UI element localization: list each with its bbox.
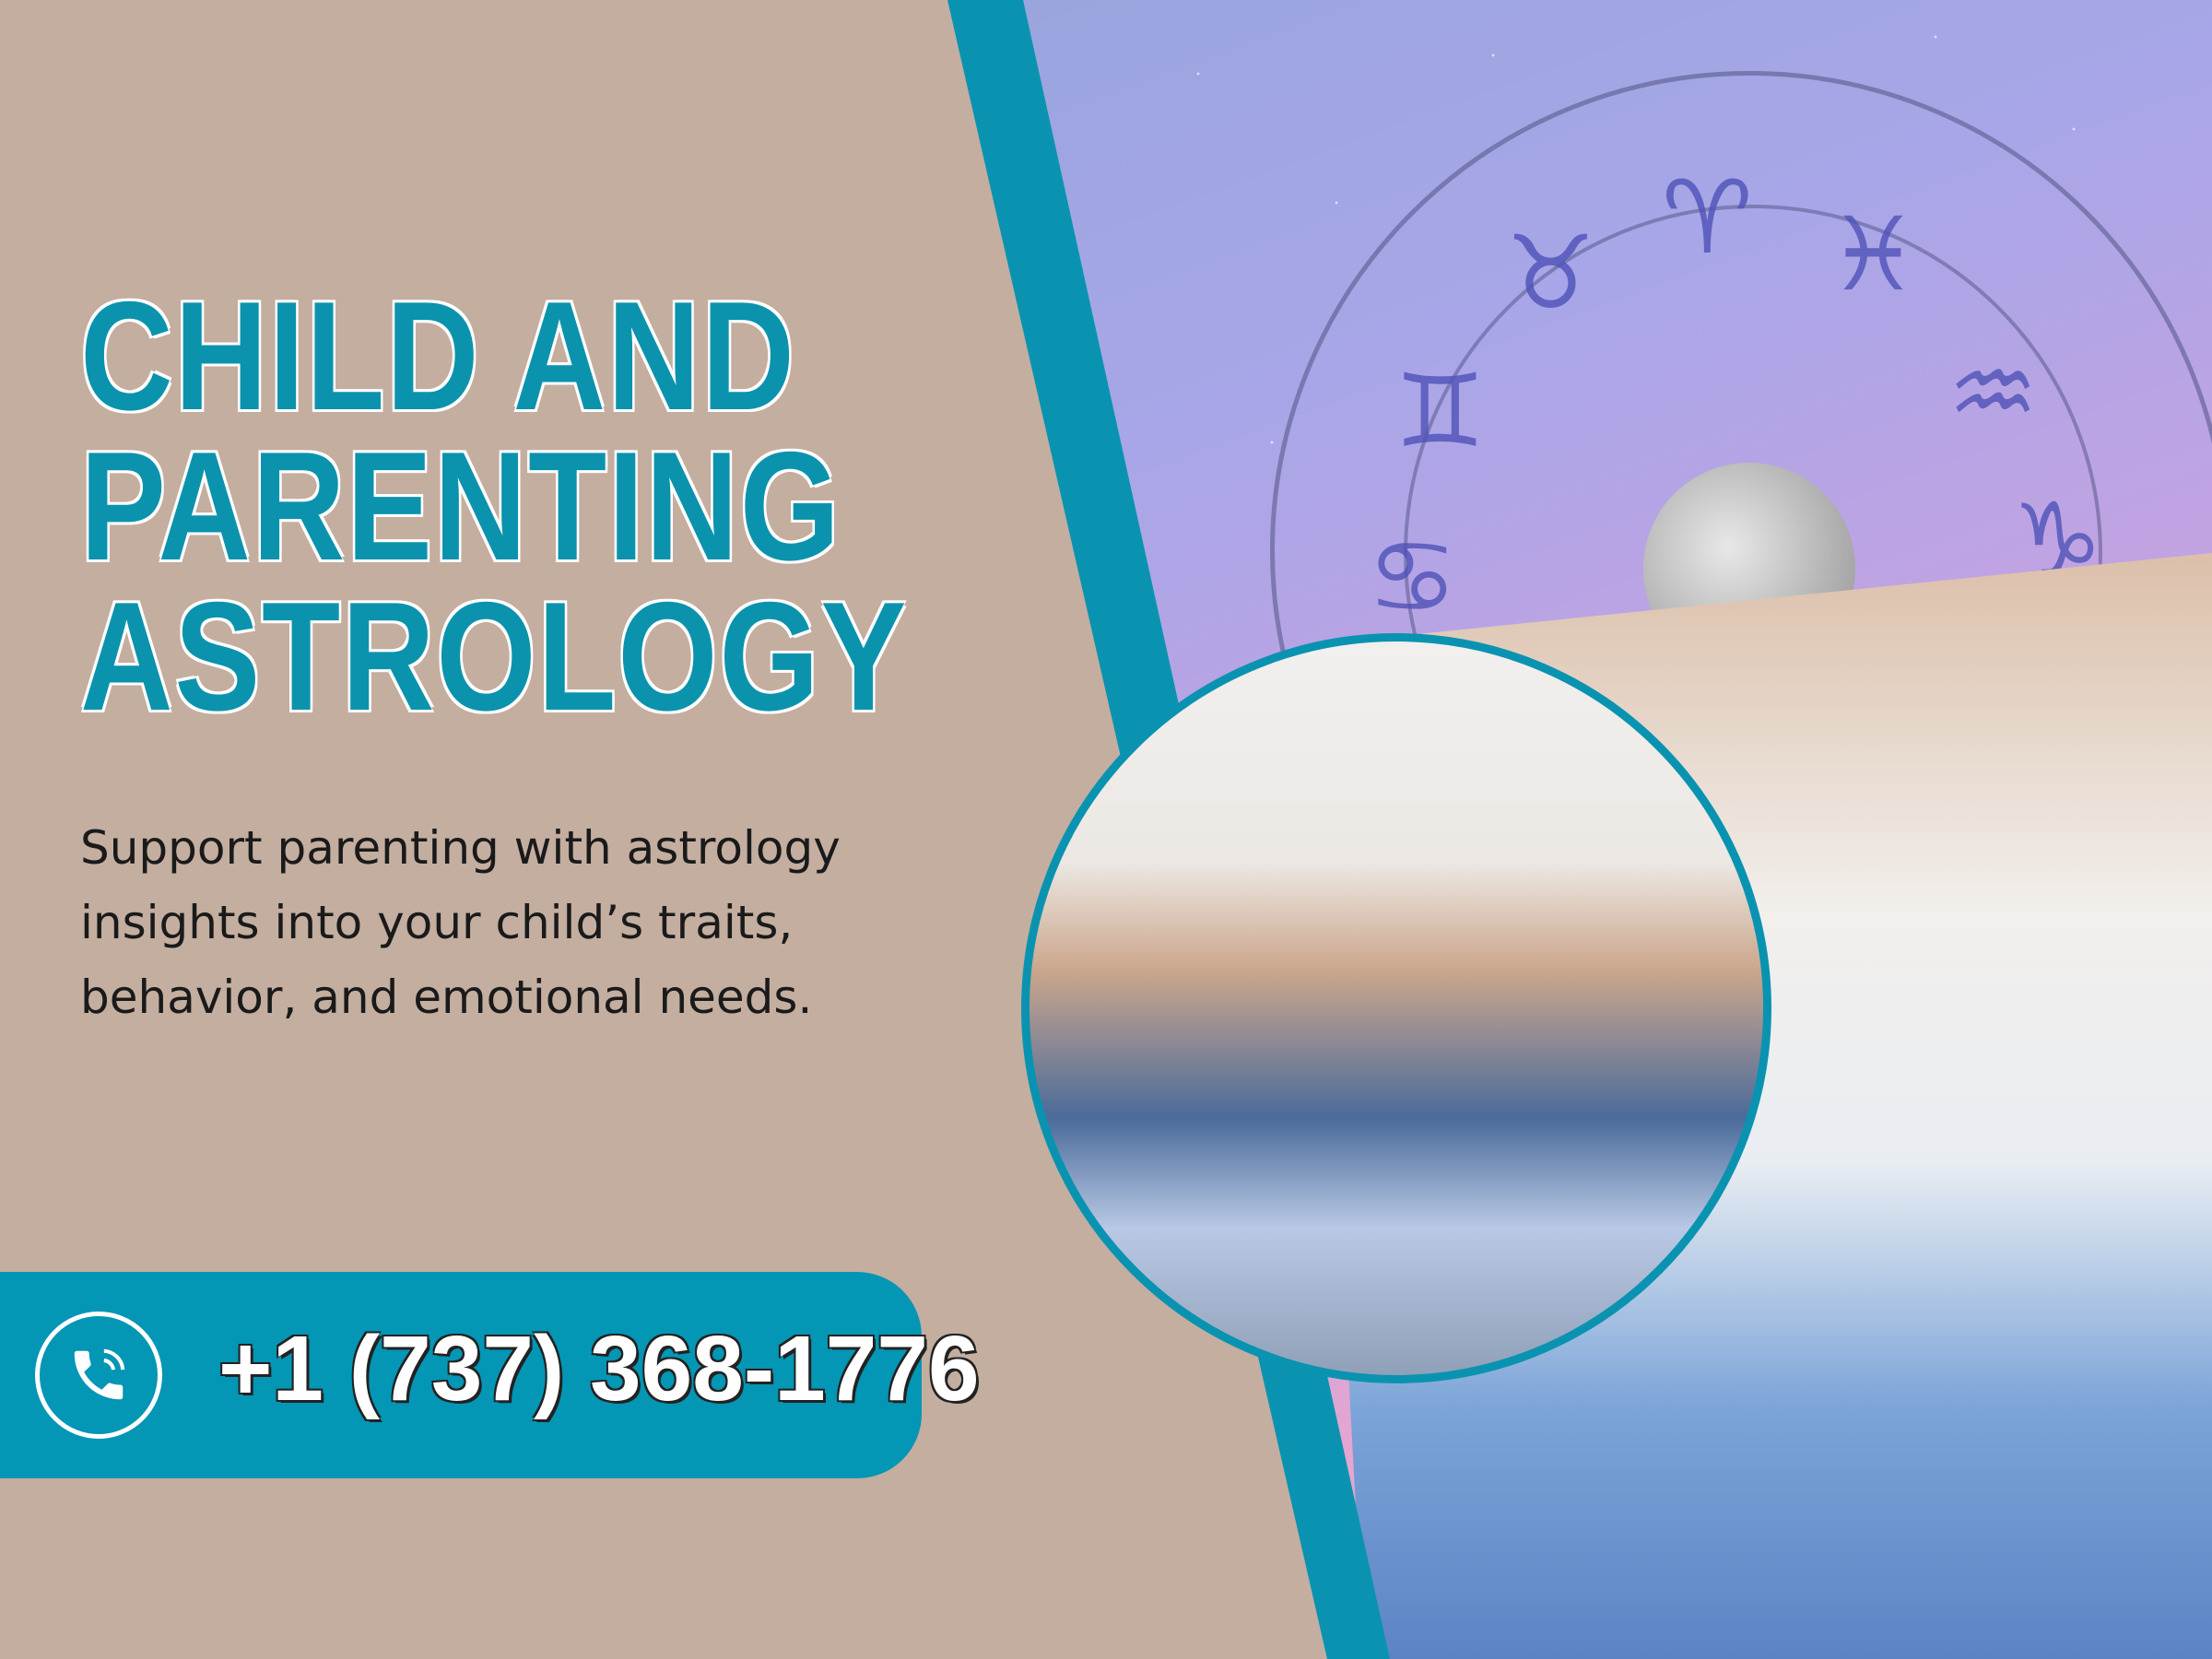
- taurus-icon: ♉: [1505, 214, 1596, 332]
- description: Support parenting with astrology insight…: [80, 811, 1002, 1035]
- headline-line: CHILD AND: [80, 269, 796, 442]
- description-line: Support parenting with astrology: [80, 821, 841, 875]
- phone-call-button[interactable]: +1 (737) 368-1776: [0, 1272, 980, 1478]
- aquarius-icon: ♒: [1947, 334, 2039, 452]
- cancer-icon: ♋: [1367, 518, 1458, 636]
- headline: CHILD AND PARENTING ASTROLOGY: [80, 269, 909, 743]
- headline-line: ASTROLOGY: [80, 570, 909, 743]
- phone-icon: [35, 1312, 162, 1439]
- pisces-icon: ♓: [1828, 195, 1919, 313]
- description-line: insights into your child’s traits,: [80, 896, 794, 949]
- description-line: behavior, and emotional needs.: [80, 971, 813, 1024]
- headline-line: PARENTING: [80, 419, 841, 593]
- family-hug-photo: [1021, 633, 1771, 1383]
- aries-icon: ♈: [1662, 159, 1753, 276]
- gemini-icon: ♊: [1394, 352, 1486, 470]
- phone-number: +1 (737) 368-1776: [218, 1317, 980, 1420]
